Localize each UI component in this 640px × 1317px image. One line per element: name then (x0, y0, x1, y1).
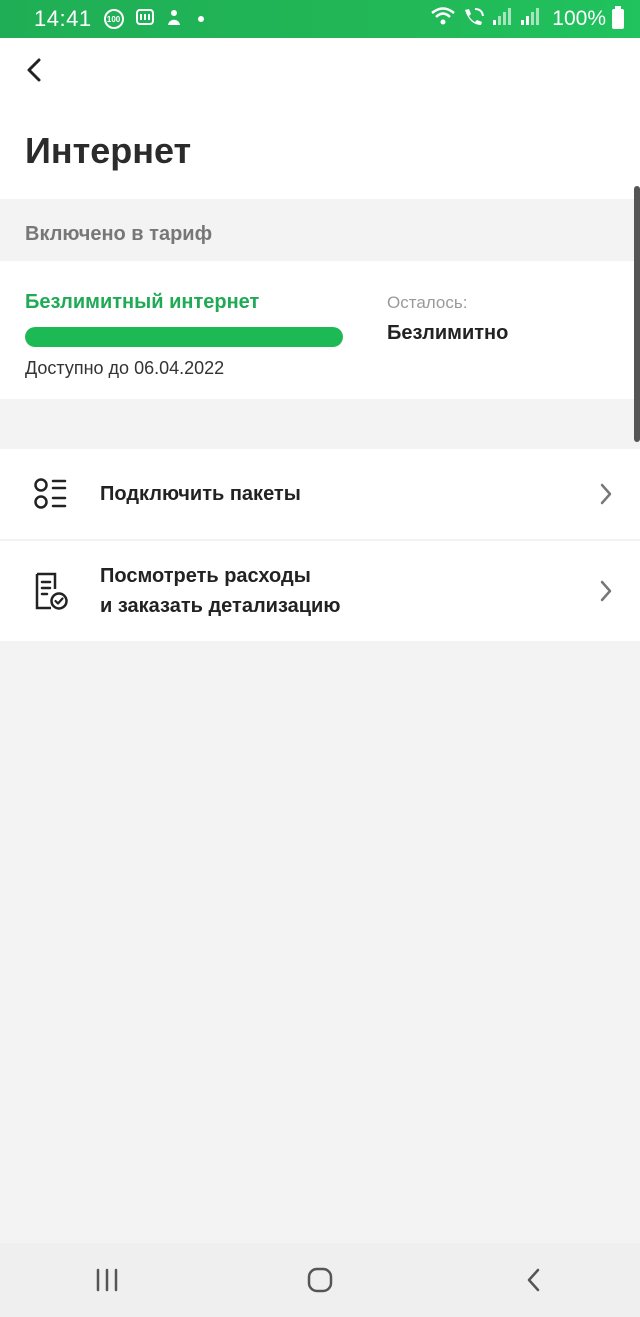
section-label-included: Включено в тариф (25, 223, 213, 245)
menu-item-label-line1: Посмотреть расходы (100, 565, 311, 587)
tariff-card: Безлимитный интернет Доступно до 06.04.2… (0, 261, 640, 399)
home-button[interactable] (290, 1255, 350, 1305)
status-time: 14:41 (34, 6, 92, 31)
document-check-icon (31, 571, 71, 611)
remaining-label: Осталось: (387, 293, 468, 312)
app-notification-icon (135, 8, 154, 30)
chevron-left-icon (27, 58, 41, 82)
menu-item-label: Подключить пакеты (100, 483, 301, 505)
home-icon (307, 1267, 333, 1293)
page-title: Интернет (25, 130, 192, 171)
progress-bar (25, 327, 343, 347)
back-button[interactable] (18, 54, 50, 86)
more-notifications-icon (197, 16, 204, 22)
chevron-right-icon (596, 579, 616, 603)
menu-item-view-expenses[interactable]: Посмотреть расходы и заказать детализаци… (0, 541, 640, 641)
notification-badge-icon: 100 (103, 9, 124, 29)
menu-item-label-line2: и заказать детализацию (100, 595, 341, 617)
list-options-icon (31, 474, 71, 514)
signal-icon (492, 6, 514, 32)
header: Интернет (0, 38, 640, 199)
status-right: 100% (430, 6, 624, 32)
menu-item-label: Посмотреть расходы и заказать детализаци… (100, 561, 340, 621)
recent-apps-icon (96, 1268, 117, 1292)
sync-notification-icon (166, 8, 182, 31)
wifi-icon (430, 6, 456, 32)
back-nav-button[interactable] (503, 1255, 563, 1305)
back-nav-icon (528, 1268, 540, 1292)
battery-icon (612, 6, 624, 29)
wifi-call-icon (462, 6, 486, 32)
progress-fill (25, 327, 343, 347)
app-screen: 14:41 100 100% Интернет Включено в тариф… (0, 0, 640, 1317)
battery-percent: 100% (552, 7, 606, 30)
menu-list: Подключить пакеты Посмотреть расходы и з… (0, 449, 640, 641)
menu-item-connect-packages[interactable]: Подключить пакеты (0, 449, 640, 539)
tariff-name: Безлимитный интернет (25, 291, 260, 313)
recent-apps-button[interactable] (77, 1255, 137, 1305)
tariff-valid-until: Доступно до 06.04.2022 (25, 358, 225, 378)
remaining-value: Безлимитно (387, 322, 509, 344)
status-left: 14:41 100 (34, 6, 204, 32)
scrollbar[interactable] (634, 186, 640, 442)
signal-icon-2 (520, 6, 542, 32)
system-nav-bar (0, 1243, 640, 1317)
status-bar: 14:41 100 100% (0, 0, 640, 38)
chevron-right-icon (596, 482, 616, 506)
